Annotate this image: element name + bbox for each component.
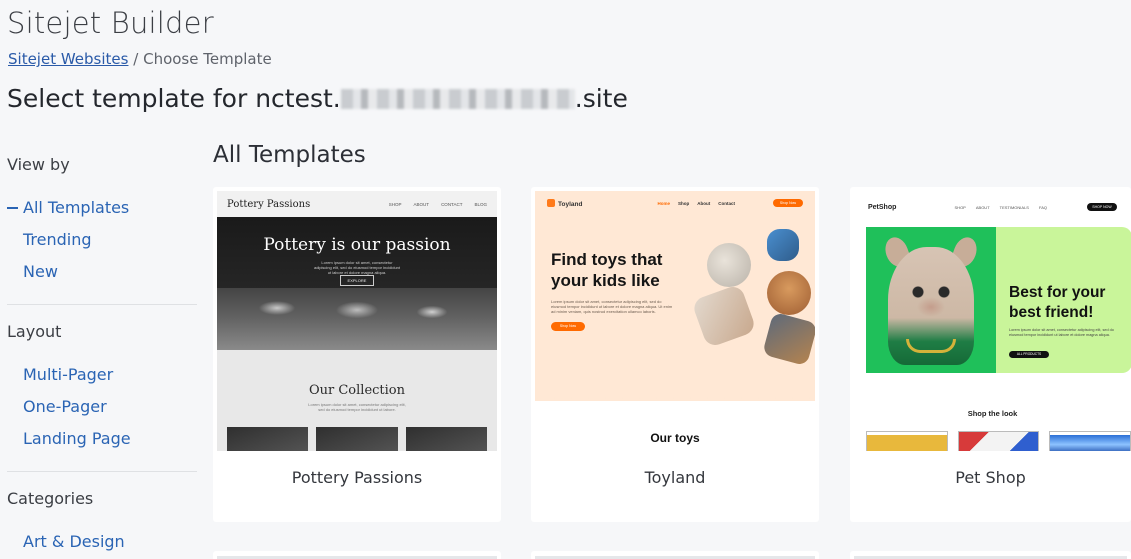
preview-hero-button: Shop Now — [551, 322, 585, 331]
preview-menu-item: CONTACT — [441, 201, 463, 207]
template-name: Pottery Passions — [291, 468, 423, 487]
preview-brand: Toyland — [547, 199, 657, 208]
template-card-toyland[interactable]: Toyland Home Shop About Contact Shop Now… — [531, 187, 819, 522]
sidebar-item-all-templates[interactable]: All Templates — [7, 192, 197, 224]
preview-menu-item: ABOUT — [413, 201, 430, 207]
template-card-partial[interactable] — [531, 551, 819, 559]
preview-menu-item: SHOP — [954, 204, 966, 210]
toy-photo — [767, 229, 799, 261]
preview-section-text: Lorem ipsum dolor sit amet, consectetur … — [308, 402, 406, 412]
preview-hero-text: Lorem ipsum dolor sit amet, consectetur … — [1009, 328, 1114, 337]
breadcrumb: Sitejet Websites / Choose Template — [8, 50, 272, 68]
toy-photo — [767, 271, 811, 315]
preview-hero-button: ALL PRODUCTS — [1009, 351, 1049, 358]
template-name: Pet Shop — [955, 468, 1026, 487]
preview-section-title: Shop the look — [967, 409, 1018, 418]
breadcrumb-separator: / — [133, 50, 139, 68]
preview-menu-item: Contact — [718, 200, 735, 206]
preview-menu-item: Shop — [678, 200, 690, 206]
sidebar-divider — [7, 304, 197, 305]
template-card-partial[interactable] — [213, 551, 501, 559]
preview-shop-button: Shop Now — [773, 199, 803, 207]
preview-hero-title: Find toys that your kids like — [551, 250, 663, 290]
sidebar-divider — [7, 471, 197, 472]
preview-menu-item: SHOP — [388, 201, 402, 207]
sidebar-item-one-pager[interactable]: One-Pager — [7, 391, 197, 423]
breadcrumb-link-sitejet-websites[interactable]: Sitejet Websites — [8, 50, 128, 68]
preview-menu-item: BLOG — [474, 201, 487, 207]
template-preview: Pottery Passions SHOP ABOUT CONTACT BLOG… — [217, 191, 497, 451]
sidebar-heading-layout: Layout — [7, 322, 62, 341]
template-card-partial[interactable] — [850, 551, 1131, 559]
preview-brand: PetShop — [868, 203, 897, 211]
sidebar-item-art-design[interactable]: Art & Design — [7, 526, 197, 558]
redacted-domain — [340, 89, 575, 109]
toy-photo — [762, 311, 815, 367]
preview-section-title: Our toys — [650, 431, 700, 445]
preview-shop-button: SHOP NOW — [1087, 203, 1117, 211]
page-title-prefix: Select template for nctest. — [7, 84, 341, 113]
section-title: All Templates — [213, 142, 366, 168]
preview-hero-title: Pottery is our passion — [263, 235, 451, 255]
preview-menu-item: About — [697, 200, 711, 206]
preview-section-title: Our Collection — [308, 383, 406, 398]
sidebar-heading-categories: Categories — [7, 489, 94, 508]
page-title-suffix: .site — [574, 84, 628, 113]
template-preview: PetShop SHOP ABOUT TESTIMONIALS FAQ SHOP… — [854, 191, 1131, 451]
sidebar-item-landing-page[interactable]: Landing Page — [7, 423, 197, 455]
preview-menu-item: TESTIMONIALS — [999, 204, 1029, 210]
template-name: Toyland — [644, 468, 706, 487]
preview-hero-text: Lorem ipsum dolor sit amet, consectetur … — [313, 260, 401, 275]
preview-hero-button: EXPLORE — [340, 275, 374, 286]
sidebar-item-trending[interactable]: Trending — [7, 224, 197, 256]
sidebar: View by All Templates Trending New Layou… — [7, 150, 197, 558]
preview-menu-item: Home — [657, 200, 670, 206]
product-tiles — [866, 431, 1131, 451]
preview-brand: Pottery Passions — [227, 198, 311, 210]
preview-hero-text: Lorem ipsum dolor sit amet, consectetur … — [551, 299, 673, 314]
preview-hero-title: Best for your best friend! — [1009, 284, 1106, 321]
preview-menu-item: ABOUT — [975, 204, 990, 210]
template-card-pottery-passions[interactable]: Pottery Passions SHOP ABOUT CONTACT BLOG… — [213, 187, 501, 522]
breadcrumb-current: Choose Template — [143, 50, 272, 68]
product-tiles — [227, 427, 487, 451]
sidebar-item-new[interactable]: New — [7, 256, 197, 288]
sidebar-heading-view-by: View by — [7, 155, 70, 174]
preview-menu-item: FAQ — [1038, 204, 1047, 210]
template-preview: Toyland Home Shop About Contact Shop Now… — [535, 191, 815, 451]
page-title: Select template for nctest. .site — [7, 84, 628, 113]
toy-photo — [707, 243, 751, 287]
toy-photo — [691, 283, 757, 349]
vases-image — [217, 288, 497, 350]
app-title: Sitejet Builder — [7, 6, 214, 40]
dog-photo — [866, 227, 996, 373]
sidebar-item-multi-pager[interactable]: Multi-Pager — [7, 359, 197, 391]
template-card-pet-shop[interactable]: PetShop SHOP ABOUT TESTIMONIALS FAQ SHOP… — [850, 187, 1131, 522]
